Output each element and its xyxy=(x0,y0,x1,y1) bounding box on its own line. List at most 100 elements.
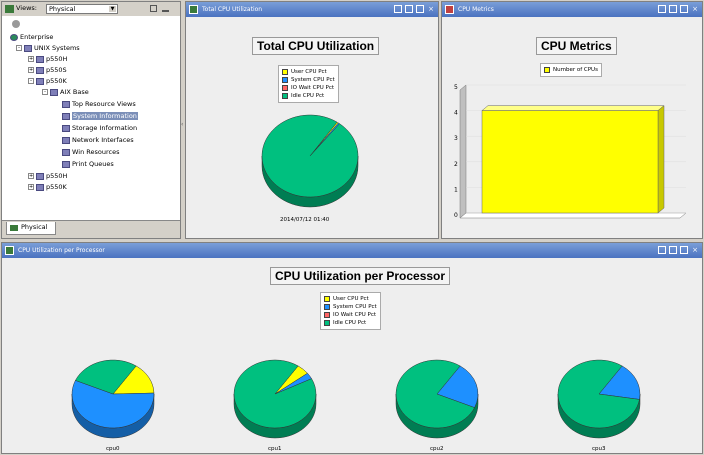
workspace-icon xyxy=(62,112,70,120)
navigator-tree: Enterprise - UNIX Systems + p550H + p550S -… xyxy=(2,16,180,221)
total-cpu-slice-idle xyxy=(261,114,359,198)
workspace-icon xyxy=(62,148,70,156)
per-processor-window: CPU Utilization per Processor × CPU Util… xyxy=(1,242,703,454)
tree-node-aix-base[interactable]: - AIX Base xyxy=(42,87,89,98)
y-tick-label: 4 xyxy=(454,110,458,117)
cpu3-pie-chart xyxy=(557,359,641,439)
cpu1-label: cpu1 xyxy=(268,446,282,452)
aix-base-icon xyxy=(50,88,58,96)
legend-entry: IO Wait CPU Pct xyxy=(282,84,335,92)
close-icon[interactable]: × xyxy=(691,246,699,254)
split-icon[interactable] xyxy=(405,5,413,13)
views-panel: Views: Physical ▼ Enterprise - UNIX Syste… xyxy=(1,1,181,239)
split-icon[interactable] xyxy=(669,5,677,13)
minimize-icon[interactable] xyxy=(162,5,169,12)
legend-entry: System CPU Pct xyxy=(282,76,335,84)
y-tick-label: 5 xyxy=(454,84,458,91)
legend-entry: Idle CPU Pct xyxy=(324,319,377,327)
bar-number-of-cpus xyxy=(481,110,659,214)
cpu3-label: cpu3 xyxy=(592,446,606,452)
unix-systems-icon xyxy=(24,44,32,52)
split-icon[interactable] xyxy=(669,246,677,254)
legend-label: User CPU Pct xyxy=(333,296,369,302)
legend-entry: Number of CPUs xyxy=(544,66,598,74)
per-processor-chart-title: CPU Utilization per Processor xyxy=(270,267,451,285)
legend-entry: User CPU Pct xyxy=(324,295,377,303)
system-icon xyxy=(36,183,44,191)
cpu-metrics-content: CPU Metrics Number of CPUs 0 1 2 3 4 5 xyxy=(442,17,702,238)
per-processor-window-title: CPU Utilization per Processor xyxy=(18,247,105,254)
total-cpu-window: Total CPU Utilization × Total CPU Utiliz… xyxy=(185,1,439,239)
pie-chart-icon xyxy=(189,5,198,14)
properties-icon[interactable] xyxy=(394,5,402,13)
expand-icon[interactable]: + xyxy=(28,184,34,190)
total-cpu-pie-chart xyxy=(261,114,359,208)
tree-node-storage-information[interactable]: Storage Information xyxy=(62,123,137,134)
tree-node-p550h-2[interactable]: + p550H xyxy=(28,171,67,182)
close-icon[interactable]: × xyxy=(691,5,699,13)
views-select[interactable]: Physical ▼ xyxy=(46,4,118,14)
views-select-value: Physical xyxy=(49,5,76,13)
legend-entry: User CPU Pct xyxy=(282,68,335,76)
tree-node-print-queues[interactable]: Print Queues xyxy=(62,159,114,170)
tree-node-system-information[interactable]: System Information xyxy=(62,111,138,122)
legend-label: Number of CPUs xyxy=(553,67,598,73)
total-cpu-caption: 2014/07/12 01:40 xyxy=(280,217,330,223)
restore-icon[interactable] xyxy=(150,5,157,12)
legend-swatch-user xyxy=(282,69,288,75)
workspace-icon xyxy=(62,124,70,132)
maximize-icon[interactable] xyxy=(680,246,688,254)
maximize-icon[interactable] xyxy=(680,5,688,13)
workspace-icon xyxy=(62,136,70,144)
workspace-icon xyxy=(62,160,70,168)
system-icon xyxy=(36,172,44,180)
tree-node-top-resource-views[interactable]: Top Resource Views xyxy=(62,99,136,110)
tab-physical[interactable]: Physical xyxy=(6,222,56,235)
legend-label: IO Wait CPU Pct xyxy=(333,312,377,318)
total-cpu-legend: User CPU Pct System CPU Pct IO Wait CPU … xyxy=(278,65,339,103)
cpu-metrics-legend: Number of CPUs xyxy=(540,63,602,77)
bar-side xyxy=(657,105,665,214)
legend-label: Idle CPU Pct xyxy=(291,93,325,99)
views-label: Views: xyxy=(16,4,38,12)
properties-icon[interactable] xyxy=(658,5,666,13)
physical-tab-icon xyxy=(10,225,18,231)
tree-node-p550k-2[interactable]: + p550K xyxy=(28,182,67,193)
collapse-icon[interactable]: - xyxy=(42,89,48,95)
legend-swatch-iowait xyxy=(324,312,330,318)
cpu-metrics-chart-title: CPU Metrics xyxy=(536,37,617,55)
tree-node-p550s[interactable]: + p550S xyxy=(28,65,67,76)
close-icon[interactable]: × xyxy=(427,5,435,13)
collapse-icon[interactable]: - xyxy=(28,78,34,84)
expand-icon[interactable]: + xyxy=(28,173,34,179)
legend-entry: IO Wait CPU Pct xyxy=(324,311,377,319)
cpu2-pie-chart xyxy=(395,359,479,439)
legend-swatch-system xyxy=(282,77,288,83)
cpu-metrics-window: CPU Metrics × CPU Metrics Number of CPUs… xyxy=(441,1,703,239)
legend-entry: System CPU Pct xyxy=(324,303,377,311)
system-icon xyxy=(36,55,44,63)
tree-node-win-resources[interactable]: Win Resources xyxy=(62,147,119,158)
maximize-icon[interactable] xyxy=(416,5,424,13)
properties-icon[interactable] xyxy=(658,246,666,254)
tree-node-p550k[interactable]: - p550K xyxy=(28,76,67,87)
total-cpu-window-title: Total CPU Utilization xyxy=(202,6,263,13)
tree-node-unix-systems[interactable]: - UNIX Systems xyxy=(16,43,80,54)
y-axis-wall xyxy=(459,84,467,219)
legend-entry: Idle CPU Pct xyxy=(282,92,335,100)
tree-node-p550h[interactable]: + p550H xyxy=(28,54,67,65)
tab-strip: Physical xyxy=(2,220,180,238)
cpu-metrics-titlebar: CPU Metrics × xyxy=(442,2,702,17)
tree-node-enterprise[interactable]: Enterprise xyxy=(10,32,53,43)
cpu0-pie-chart xyxy=(71,359,155,439)
tree-node-network-interfaces[interactable]: Network Interfaces xyxy=(62,135,134,146)
collapse-icon[interactable]: - xyxy=(16,45,22,51)
y-tick-label: 0 xyxy=(454,212,458,219)
legend-swatch-user xyxy=(324,296,330,302)
system-icon xyxy=(36,66,44,74)
expand-icon[interactable]: + xyxy=(28,56,34,62)
legend-swatch-system xyxy=(324,304,330,310)
cpu-metrics-window-title: CPU Metrics xyxy=(458,6,494,13)
enterprise-icon xyxy=(10,33,18,41)
expand-icon[interactable]: + xyxy=(28,67,34,73)
